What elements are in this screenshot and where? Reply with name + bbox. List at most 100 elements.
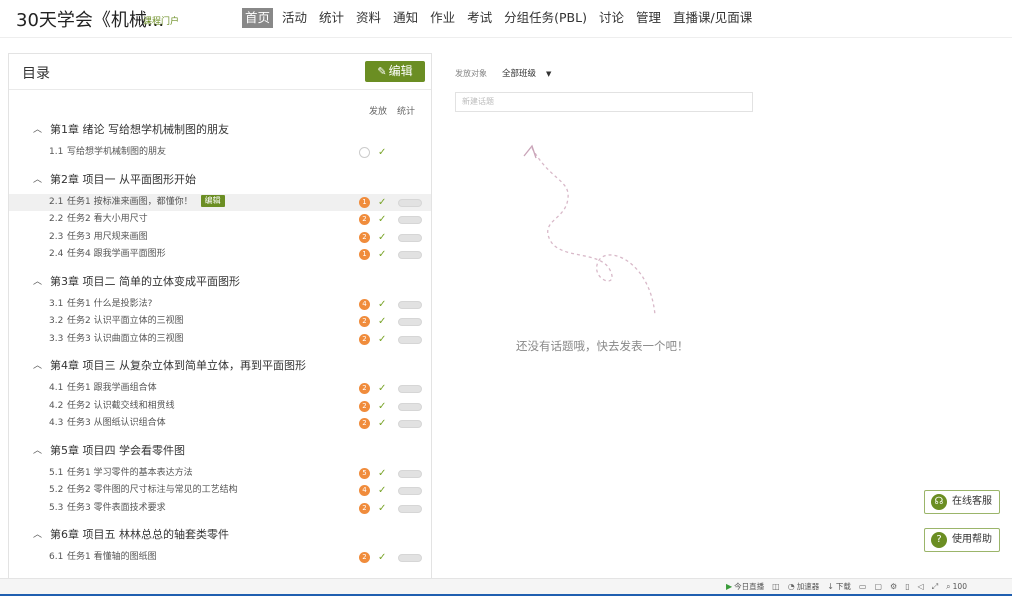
chapter-title[interactable]: ︿ 第6章 项目五 林林总总的轴套类零件 (9, 521, 431, 549)
publish-status-badge[interactable]: 1 (359, 196, 370, 208)
check-icon[interactable]: ✓ (378, 380, 386, 398)
stats-toggle[interactable] (398, 402, 422, 411)
publish-status-badge[interactable]: 2 (359, 400, 370, 412)
check-icon[interactable]: ✓ (378, 211, 386, 229)
publish-status-badge[interactable]: 4 (359, 485, 370, 496)
lesson-row[interactable]: 4.2 任务2 认识截交线和相贯线 2 ✓ (9, 398, 431, 416)
nav-item[interactable]: 资料 (353, 8, 384, 28)
tool-item-2[interactable]: ▢ (874, 581, 882, 592)
publish-status-badge[interactable]: 1 (359, 249, 370, 260)
publish-status-badge[interactable]: 2 (359, 418, 370, 429)
publish-status-badge[interactable]: 2 (359, 214, 370, 225)
stats-toggle[interactable] (398, 420, 422, 428)
lesson-row[interactable]: 3.2 任务2 认识平面立体的三视图 2 ✓ (9, 313, 431, 331)
help-button[interactable]: ? 使用帮助 (924, 528, 1000, 552)
publish-status-badge[interactable]: 2 (359, 333, 370, 345)
check-icon[interactable]: ✓ (378, 331, 386, 349)
nav-item[interactable]: 活动 (279, 8, 310, 28)
course-portal-link[interactable]: 课程门户 (143, 14, 179, 27)
lesson-row[interactable]: 4.3 任务3 从图纸认识组合体 2 ✓ (9, 415, 431, 433)
lesson-row[interactable]: 6.1 任务1 看懂轴的图纸图 2 ✓ (9, 549, 431, 567)
check-icon[interactable]: ✓ (378, 296, 386, 314)
screenshot-item[interactable]: ◫ (772, 581, 780, 592)
chevron-up-icon[interactable]: ︿ (33, 116, 42, 144)
zoom-item[interactable]: ⌕ 100 (946, 581, 967, 592)
stats-toggle[interactable] (398, 504, 422, 513)
chapter-title[interactable]: ︿ 第1章 绪论 写给想学机械制图的朋友 (9, 116, 431, 144)
publish-status-badge[interactable]: 2 (359, 316, 370, 327)
check-icon[interactable]: ✓ (378, 500, 386, 518)
accelerator-item[interactable]: ◔ 加速器 (788, 581, 819, 592)
chapter-title[interactable]: ︿ 第2章 项目一 从平面图形开始 (9, 166, 431, 194)
lesson-row[interactable]: 5.3 任务3 零件表面技术要求 2 ✓ (9, 500, 431, 518)
check-icon[interactable]: ✓ (378, 549, 386, 567)
fullscreen-item[interactable]: ⤢ (932, 581, 938, 592)
publish-status-badge[interactable]: 4 (359, 298, 370, 310)
nav-item[interactable]: 考试 (464, 8, 495, 28)
check-icon[interactable]: ✓ (378, 144, 386, 162)
publish-status-badge[interactable]: 2 (359, 231, 370, 243)
stats-toggle[interactable] (398, 469, 422, 478)
stats-toggle[interactable] (398, 251, 422, 259)
stats-toggle[interactable] (398, 233, 422, 242)
check-icon[interactable]: ✓ (378, 194, 386, 212)
tool-item-3[interactable]: ⚙ (890, 581, 897, 592)
stats-toggle[interactable] (398, 554, 422, 562)
chapter-title[interactable]: ︿ 第5章 项目四 学会看零件图 (9, 437, 431, 465)
edit-button[interactable]: ✎ 编辑 (365, 61, 425, 82)
online-service-button[interactable]: ☊ 在线客服 (924, 490, 1000, 514)
chevron-up-icon[interactable]: ︿ (33, 268, 42, 296)
publish-status-badge[interactable]: 2 (359, 552, 370, 563)
nav-item[interactable]: 作业 (427, 8, 458, 28)
tool-item-4[interactable]: ▯ (905, 581, 909, 592)
volume-item[interactable]: ◁ (918, 581, 924, 592)
lesson-edit-badge[interactable]: 编辑 (200, 195, 225, 207)
check-icon[interactable]: ✓ (378, 482, 386, 500)
lesson-row[interactable]: 2.3 任务3 用尺规来画图 2 ✓ (9, 229, 431, 247)
nav-item[interactable]: 管理 (633, 8, 664, 28)
chevron-up-icon[interactable]: ︿ (33, 437, 42, 465)
stats-toggle[interactable] (398, 318, 422, 326)
new-topic-input[interactable]: 新建话题 (455, 92, 753, 112)
chevron-up-icon[interactable]: ︿ (33, 166, 42, 194)
nav-item[interactable]: 分组任务(PBL) (501, 8, 590, 28)
check-icon[interactable]: ✓ (378, 246, 386, 264)
nav-item[interactable]: 直播课/见面课 (670, 8, 755, 28)
stats-toggle[interactable] (398, 487, 422, 495)
stats-toggle[interactable] (398, 335, 422, 344)
check-icon[interactable]: ✓ (378, 465, 386, 483)
chevron-up-icon[interactable]: ︿ (33, 352, 42, 380)
lesson-row[interactable]: 1.1 写给想学机械制图的朋友 ✓ (9, 144, 431, 162)
stats-toggle[interactable] (398, 300, 422, 309)
lesson-row[interactable]: 2.4 任务4 跟我学画平面图形 1 ✓ (9, 246, 431, 264)
lesson-row[interactable]: 2.1 任务1 按标准来画图，都懂你！ 编辑 1 ✓ (9, 193, 431, 212)
publish-status-badge[interactable]: 2 (359, 383, 370, 394)
live-today-item[interactable]: ▶ 今日直播 (726, 581, 764, 592)
lesson-row[interactable]: 3.3 任务3 认识曲面立体的三视图 2 ✓ (9, 331, 431, 349)
publish-status-badge[interactable] (359, 147, 370, 158)
chapter-title[interactable]: ︿ 第3章 项目二 简单的立体变成平面图形 (9, 268, 431, 296)
check-icon[interactable]: ✓ (378, 415, 386, 433)
stats-toggle[interactable] (398, 216, 422, 224)
lesson-row[interactable]: 3.1 任务1 什么是投影法? 4 ✓ (9, 296, 431, 314)
stats-toggle[interactable] (398, 198, 422, 207)
lesson-row[interactable]: 4.1 任务1 跟我学画组合体 2 ✓ (9, 380, 431, 398)
download-item[interactable]: ↓ 下载 (827, 581, 851, 592)
lesson-row[interactable]: 2.2 任务2 看大小用尺寸 2 ✓ (9, 211, 431, 229)
publish-status-badge[interactable]: 5 (359, 467, 370, 479)
nav-item[interactable]: 通知 (390, 8, 421, 28)
course-title[interactable]: 30天学会《机械... (16, 6, 164, 32)
nav-item[interactable]: 讨论 (596, 8, 627, 28)
stats-toggle[interactable] (398, 385, 422, 393)
check-icon[interactable]: ✓ (378, 229, 386, 247)
nav-item[interactable]: 统计 (316, 8, 347, 28)
check-icon[interactable]: ✓ (378, 398, 386, 416)
chevron-up-icon[interactable]: ︿ (33, 521, 42, 549)
lesson-row[interactable]: 5.2 任务2 零件图的尺寸标注与常见的工艺结构 4 ✓ (9, 482, 431, 500)
publish-status-badge[interactable]: 2 (359, 502, 370, 514)
chapter-title[interactable]: ︿ 第4章 项目三 从复杂立体到简单立体，再到平面图形 (9, 352, 431, 380)
nav-item[interactable]: 首页 (242, 8, 274, 28)
check-icon[interactable]: ✓ (378, 313, 386, 331)
lesson-row[interactable]: 5.1 任务1 学习零件的基本表达方法 5 ✓ (9, 465, 431, 483)
tool-item-1[interactable]: ▭ (859, 581, 867, 592)
